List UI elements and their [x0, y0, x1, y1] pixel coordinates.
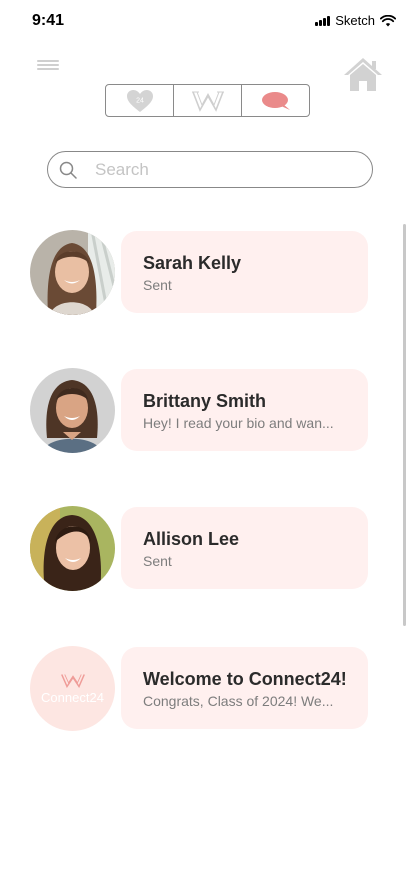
message-preview: Hey! I read your bio and wan...	[143, 415, 334, 431]
status-time: 9:41	[32, 12, 65, 29]
heart-icon: 24	[126, 89, 153, 112]
w-logo-icon	[191, 91, 224, 112]
w-logo-icon	[60, 673, 85, 688]
message-bubble: Welcome to Connect24! Congrats, Class of…	[121, 647, 368, 729]
menu-icon[interactable]	[37, 60, 59, 72]
home-icon[interactable]	[342, 56, 384, 94]
tab-logo[interactable]	[174, 85, 242, 116]
avatar	[30, 506, 115, 591]
message-preview: Sent	[143, 553, 172, 569]
search-icon	[59, 161, 77, 179]
list-item-brittany-smith[interactable]: Brittany Smith Hey! I read your bio and …	[30, 368, 370, 454]
contact-name: Allison Lee	[143, 529, 240, 549]
search-input[interactable]	[95, 159, 335, 180]
contact-name: Brittany Smith	[143, 391, 267, 411]
tab-messages[interactable]	[242, 85, 309, 116]
logo-text: Connect24	[41, 689, 104, 705]
list-item-allison-lee[interactable]: Allison Lee Sent	[30, 506, 370, 592]
avatar	[30, 368, 115, 453]
list-item-sarah-kelly[interactable]: Sarah Kelly Sent	[30, 230, 370, 316]
connect24-logo-avatar: Connect24	[30, 646, 115, 731]
message-bubble: Brittany Smith Hey! I read your bio and …	[121, 369, 368, 451]
list-item-welcome[interactable]: Connect24 Welcome to Connect24! Congrats…	[30, 646, 370, 732]
chat-bubble-icon	[261, 91, 290, 110]
scrollbar[interactable]	[403, 224, 406, 626]
wifi-icon	[380, 14, 396, 26]
signal-icon	[315, 15, 331, 26]
matches-badge: 24	[136, 97, 144, 104]
search-bar	[47, 151, 373, 188]
message-bubble: Allison Lee Sent	[121, 507, 368, 589]
avatar	[30, 230, 115, 315]
contact-name: Sarah Kelly	[143, 253, 242, 273]
messages-screen: 9:41 Sketch 24 Search Sarah Kelly Sent B…	[0, 0, 414, 896]
message-preview: Sent	[143, 277, 172, 293]
message-bubble: Sarah Kelly Sent	[121, 231, 368, 313]
message-preview: Congrats, Class of 2024! We...	[143, 693, 334, 709]
carrier-label: Sketch	[335, 13, 375, 28]
tab-matches[interactable]: 24	[106, 85, 174, 116]
status-bar: 9:41 Sketch	[0, 0, 414, 44]
contact-name: Welcome to Connect24!	[143, 669, 347, 689]
tab-segmented-control: 24	[105, 84, 310, 117]
status-indicators: Sketch	[315, 13, 396, 28]
